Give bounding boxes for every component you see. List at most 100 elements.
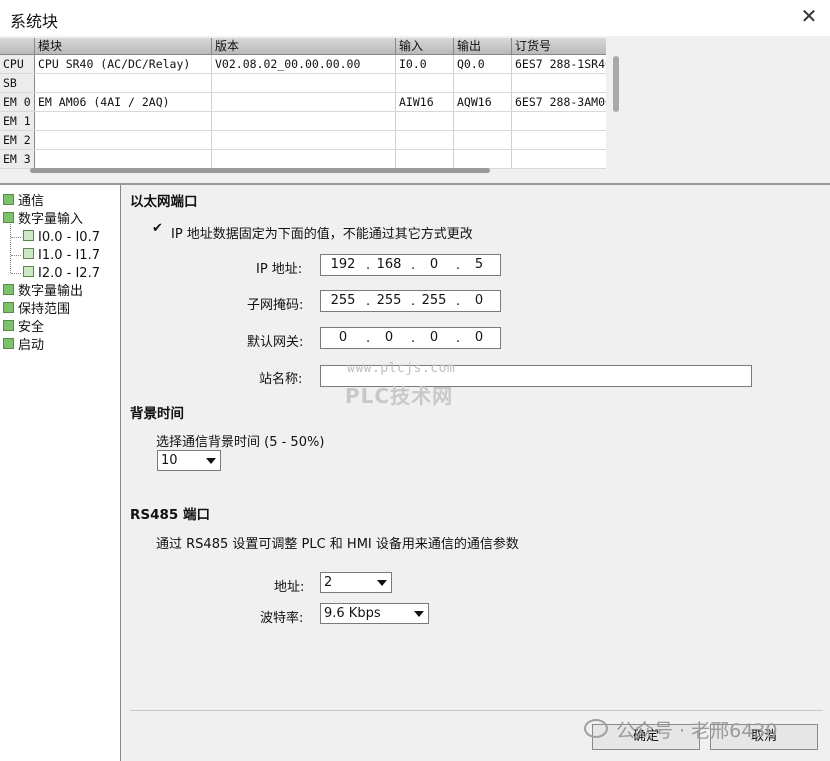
input-cell[interactable] [396, 131, 454, 149]
input-cell[interactable]: AIW16 [396, 93, 454, 111]
account-watermark-text: 公众号 · 老邢6430 [616, 720, 778, 742]
module-table: 模块 版本 输入 输出 订货号 CPU CPU SR40 (AC/DC/Rela… [0, 38, 606, 169]
table-row[interactable]: EM 0 EM AM06 (4AI / 2AQ) AIW16 AQW16 6ES… [0, 93, 606, 112]
order-number-cell[interactable] [512, 131, 606, 149]
slot-cell: EM 2 [0, 131, 35, 149]
output-cell[interactable]: AQW16 [454, 93, 512, 111]
output-cell[interactable]: Q0.0 [454, 55, 512, 73]
ip-address-label: IP 地址: [256, 262, 303, 277]
table-row[interactable]: SB [0, 74, 606, 93]
table-row[interactable]: EM 3 [0, 150, 606, 169]
baud-rate-label: 波特率: [260, 611, 304, 626]
rs485-section-title: RS485 端口 [130, 507, 210, 523]
version-cell[interactable] [212, 112, 396, 130]
version-cell[interactable] [212, 131, 396, 149]
close-icon[interactable]: ✕ [798, 5, 820, 27]
order-number-cell[interactable]: 6ES7 288-1SR40 [512, 55, 606, 73]
ip-dot: . [411, 331, 416, 346]
input-cell[interactable] [396, 74, 454, 92]
gateway-octet: 0 [474, 330, 484, 345]
output-cell[interactable] [454, 150, 512, 168]
input-cell[interactable] [396, 150, 454, 168]
module-cell[interactable] [35, 131, 212, 149]
subnet-mask-label: 子网掩码: [247, 298, 304, 313]
horizontal-scrollbar[interactable] [30, 168, 490, 173]
tree-item-i1[interactable]: I1.0 - I1.7 [23, 248, 100, 264]
version-cell[interactable] [212, 74, 396, 92]
account-watermark: 公众号 · 老邢6430 [584, 716, 777, 743]
tree-item-communication[interactable]: 通信 [3, 194, 44, 210]
input-cell[interactable]: I0.0 [396, 55, 454, 73]
mask-octet: 0 [474, 293, 484, 308]
slot-cell: EM 0 [0, 93, 35, 111]
watermark-name: PLC技术网 [345, 384, 454, 408]
gateway-field[interactable]: 0 . 0 . 0 . 0 [320, 327, 501, 349]
output-cell[interactable] [454, 74, 512, 92]
module-cell[interactable] [35, 112, 212, 130]
background-time-value: 10 [161, 453, 178, 468]
version-cell[interactable]: V02.08.02_00.00.00.00 [212, 55, 396, 73]
gateway-label: 默认网关: [247, 335, 304, 350]
module-cell[interactable]: EM AM06 (4AI / 2AQ) [35, 93, 212, 111]
ip-dot: . [366, 258, 371, 273]
tree-item-digital-output[interactable]: 数字量输出 [3, 284, 83, 300]
tree-item-i0[interactable]: I0.0 - I0.7 [23, 230, 100, 246]
slot-cell: SB [0, 74, 35, 92]
order-number-cell[interactable]: 6ES7 288-3AM06 [512, 93, 606, 111]
version-cell[interactable] [212, 93, 396, 111]
gateway-octet: 0 [384, 330, 394, 345]
table-row[interactable]: CPU CPU SR40 (AC/DC/Relay) V02.08.02_00.… [0, 55, 606, 74]
output-cell[interactable] [454, 112, 512, 130]
tree-item-startup[interactable]: 启动 [3, 338, 44, 354]
address-label: 地址: [274, 580, 305, 595]
node-icon [23, 266, 34, 277]
slot-cell: CPU [0, 55, 35, 73]
column-header-module: 模块 [35, 38, 212, 54]
splitter[interactable] [0, 183, 830, 185]
module-cell[interactable] [35, 74, 212, 92]
separator [130, 710, 823, 711]
background-time-title: 背景时间 [130, 406, 184, 422]
module-table-area: 模块 版本 输入 输出 订货号 CPU CPU SR40 (AC/DC/Rela… [0, 36, 830, 184]
slot-cell: EM 1 [0, 112, 35, 130]
baud-rate-select[interactable]: 9.6 Kbps [320, 603, 429, 624]
ip-dot: . [411, 258, 416, 273]
module-cell[interactable] [35, 150, 212, 168]
order-number-cell[interactable] [512, 150, 606, 168]
ip-octet: 192 [330, 257, 356, 272]
tree-item-security[interactable]: 安全 [3, 320, 44, 336]
table-row[interactable]: EM 2 [0, 131, 606, 150]
ip-dot: . [456, 258, 461, 273]
order-number-cell[interactable] [512, 112, 606, 130]
table-row[interactable]: EM 1 [0, 112, 606, 131]
input-cell[interactable] [396, 112, 454, 130]
order-number-cell[interactable] [512, 74, 606, 92]
ip-dot: . [456, 294, 461, 309]
subnet-mask-field[interactable]: 255 . 255 . 255 . 0 [320, 290, 501, 312]
node-checked-icon [3, 320, 14, 331]
tree-item-retentive-range[interactable]: 保持范围 [3, 302, 70, 318]
address-select[interactable]: 2 [320, 572, 392, 593]
version-cell[interactable] [212, 150, 396, 168]
slot-cell: EM 3 [0, 150, 35, 168]
chevron-down-icon [377, 580, 387, 586]
ip-dot: . [456, 331, 461, 346]
output-cell[interactable] [454, 131, 512, 149]
background-time-select[interactable]: 10 [157, 450, 221, 471]
chevron-down-icon [206, 458, 216, 464]
module-cell[interactable]: CPU SR40 (AC/DC/Relay) [35, 55, 212, 73]
fixed-ip-checkbox[interactable]: ✔ [151, 222, 164, 236]
ip-dot: . [366, 294, 371, 309]
ip-address-field[interactable]: 192 . 168 . 0 . 5 [320, 254, 501, 276]
wechat-icon [584, 719, 608, 738]
tree-item-digital-input[interactable]: 数字量输入 [3, 212, 83, 228]
ip-octet: 5 [474, 257, 484, 272]
ip-octet: 0 [429, 257, 439, 272]
tree-item-i2[interactable]: I2.0 - I2.7 [23, 266, 100, 282]
watermark-url: www.plcjs.com [347, 361, 456, 376]
vertical-scrollbar[interactable] [613, 56, 619, 112]
ethernet-section-title: 以太网端口 [130, 194, 198, 210]
node-checked-icon [3, 302, 14, 313]
fixed-ip-label: IP 地址数据固定为下面的值，不能通过其它方式更改 [171, 227, 473, 242]
module-table-header: 模块 版本 输入 输出 订货号 [0, 38, 606, 55]
